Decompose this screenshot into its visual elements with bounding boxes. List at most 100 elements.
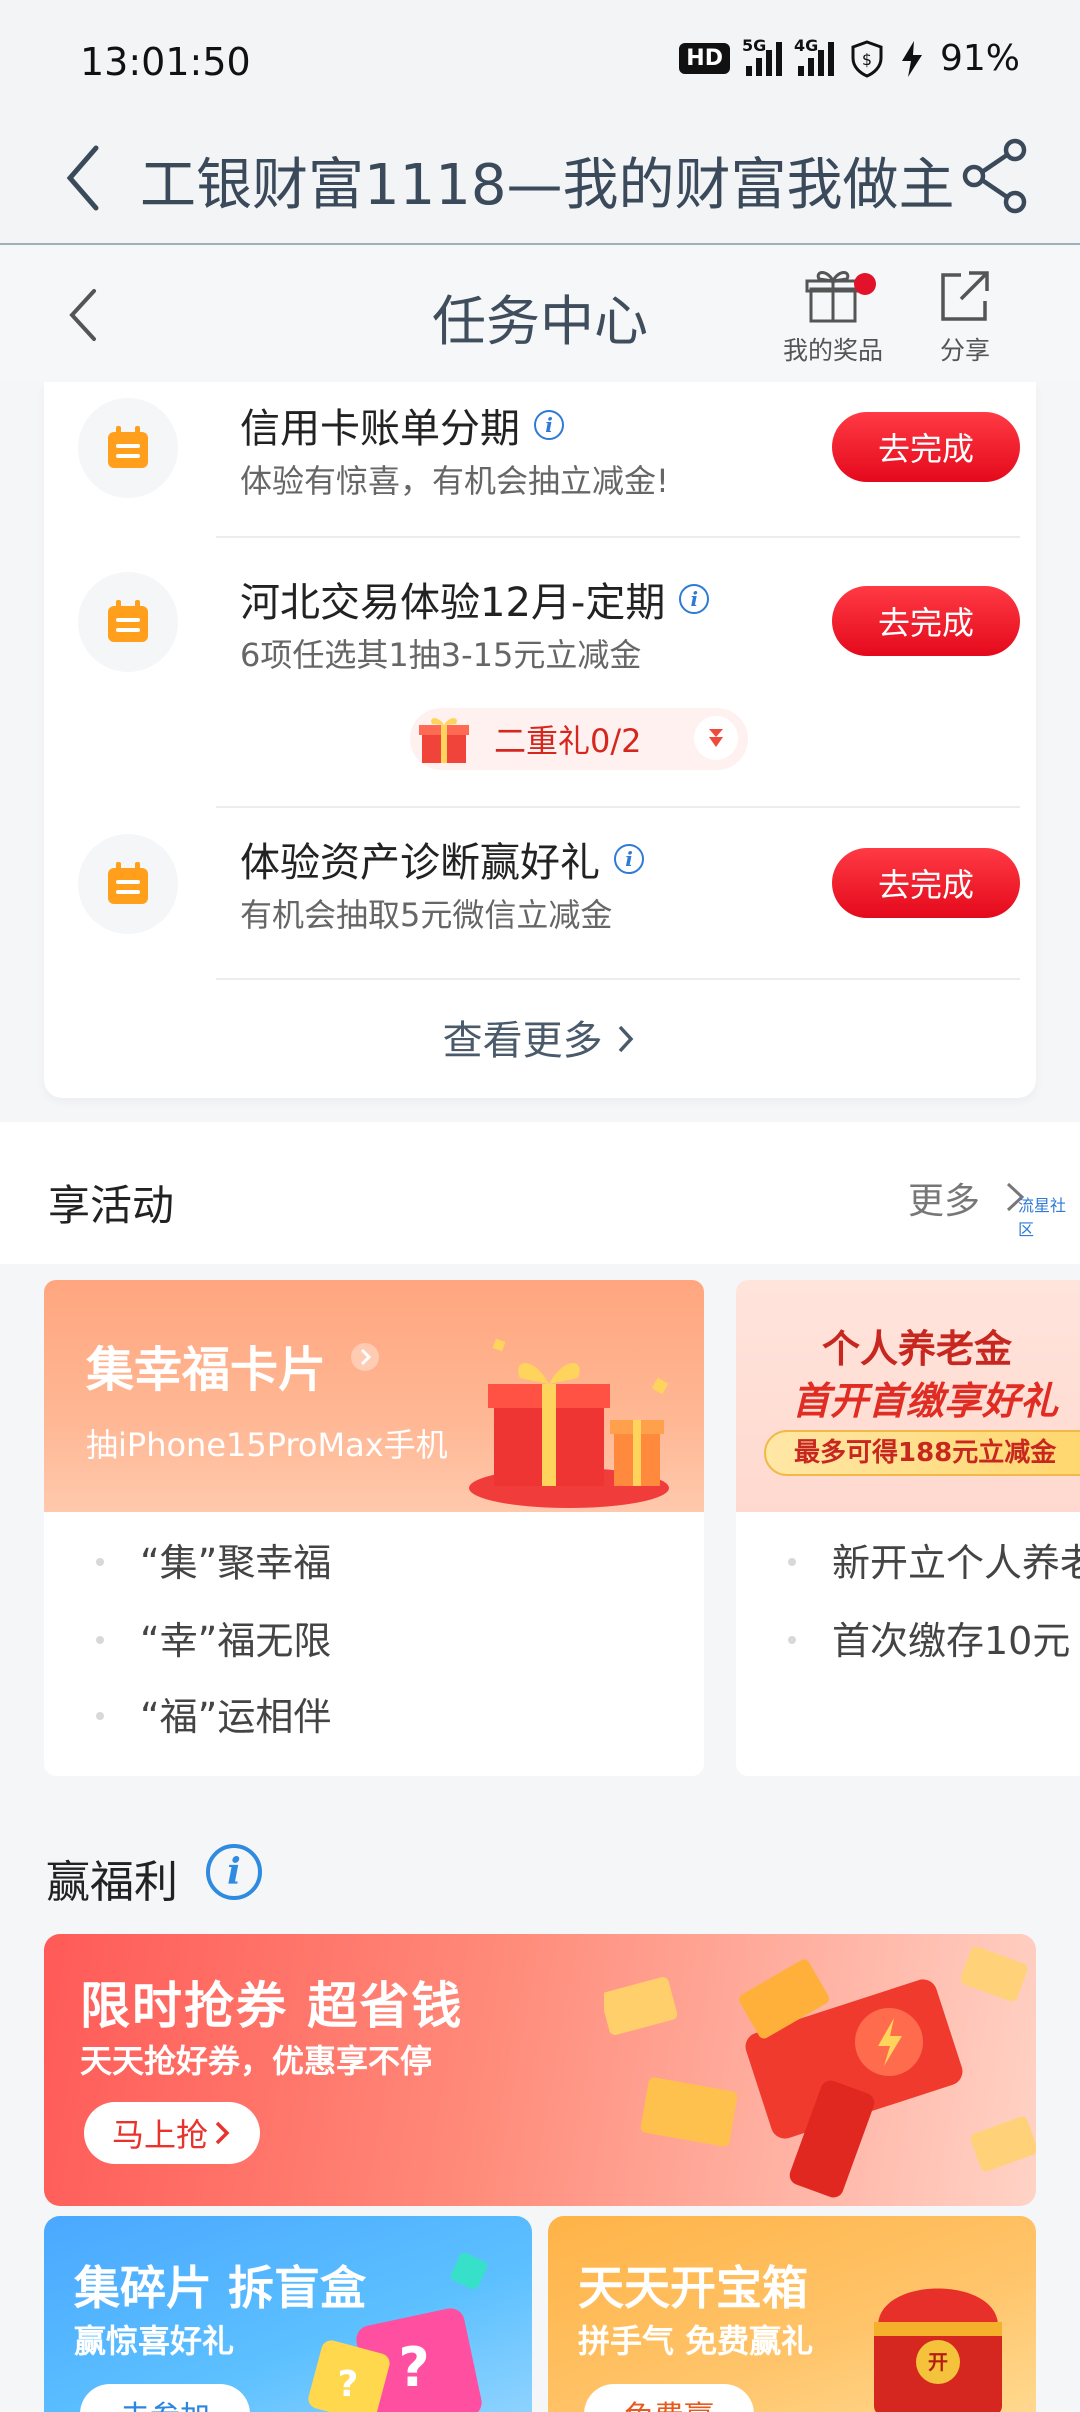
activity-item: “福”运相伴	[140, 1695, 332, 1739]
grab-now-label: 马上抢	[111, 2117, 208, 2153]
activity-banner: 集幸福卡片 抽iPhone15ProMax手机	[44, 1280, 704, 1512]
task-row: 体验资产诊断赢好礼 i 有机会抽取5元微信立减金 去完成	[44, 808, 1036, 978]
grab-now-button[interactable]: 马上抢	[84, 2102, 260, 2164]
coupon-gun-illustration	[604, 1946, 1036, 2198]
section-title: 赢福利	[46, 1857, 178, 1908]
info-icon[interactable]: i	[614, 844, 644, 874]
my-prizes-button[interactable]: 我的奖品	[778, 267, 888, 367]
status-bar: 13:01:50 HD 5G 4G $ 91%	[0, 0, 1080, 120]
card-title: 天天开宝箱	[578, 2261, 808, 2315]
chevron-right-icon	[215, 2121, 230, 2145]
treasure-chest-card[interactable]: 天天开宝箱 拼手气 免费赢礼 免费赢 开	[548, 2216, 1036, 2412]
battery-level: 91%	[939, 38, 1020, 79]
activity-card[interactable]: 个人养老金 首开首缴享好礼 最多可得188元立减金 新开立个人养老 首次缴存10…	[736, 1280, 1080, 1776]
bullet-dot	[788, 1558, 796, 1566]
gift-icon	[805, 271, 861, 323]
banner-line-2: 首开首缴享好礼	[792, 1379, 1059, 1423]
activity-card[interactable]: 集幸福卡片 抽iPhone15ProMax手机 “集”聚幸福 “幸”福无限 “福…	[44, 1280, 704, 1776]
banner-subtitle: 天天抢好券，优惠享不停	[80, 2042, 433, 2080]
banner-title: 集幸福卡片	[86, 1342, 327, 1398]
activities-header: 享活动 更多 流星社区	[0, 1122, 1080, 1264]
gift-progress-text: 二重礼0/2	[494, 722, 642, 760]
charging-bolt-icon	[901, 40, 922, 77]
info-icon[interactable]: i	[206, 1844, 262, 1900]
notification-dot	[854, 273, 876, 295]
svg-text:?: ?	[398, 2336, 429, 2399]
section-title: 享活动	[48, 1181, 175, 1230]
task-center-header: 任务中心 我的奖品 分享	[0, 247, 1080, 382]
calendar-icon	[78, 834, 178, 934]
see-more-label: 查看更多	[442, 1018, 603, 1064]
complete-task-button[interactable]: 去完成	[832, 586, 1020, 656]
bullet-dot	[96, 1636, 104, 1644]
browser-header: 工银财富1118—我的财富我做主	[0, 120, 1080, 245]
shield-dollar-icon: $	[851, 39, 883, 78]
complete-task-button[interactable]: 去完成	[832, 412, 1020, 482]
card-subtitle: 赢惊喜好礼	[74, 2322, 235, 2360]
task-list-card: 信用卡账单分期 i 体验有惊喜，有机会抽立减金! 去完成 河北交易体验12月-定…	[44, 382, 1036, 1098]
treasure-chest-illustration	[874, 2288, 1002, 2412]
banner-line-3: 最多可得188元立减金	[764, 1430, 1080, 1476]
info-icon[interactable]: i	[534, 410, 564, 440]
chest-lock-label: 开	[928, 2350, 948, 2374]
share-label: 分享	[939, 336, 990, 365]
divider	[216, 978, 1020, 980]
see-more-link[interactable]: 查看更多	[44, 1008, 1036, 1066]
red-gift-icon	[419, 718, 469, 763]
chevron-right-circle-icon	[351, 1343, 379, 1371]
status-icons: HD 5G 4G $ 91%	[679, 36, 1020, 79]
activity-banner: 个人养老金 首开首缴享好礼 最多可得188元立减金	[736, 1280, 1080, 1512]
activity-item: “幸”福无限	[140, 1619, 332, 1663]
network-5g-label: 5G	[741, 35, 767, 55]
status-time: 13:01:50	[80, 40, 251, 84]
calendar-icon	[78, 572, 178, 672]
blind-box-illustration: ? ?	[308, 2252, 488, 2412]
task-title-text: 河北交易体验12月-定期	[240, 580, 666, 626]
tiny-label: 流星社区	[1018, 1196, 1067, 1239]
task-title: 信用卡账单分期 i	[240, 396, 564, 454]
hd-voice-icon: HD	[679, 43, 730, 74]
join-label: 去参加	[120, 2392, 210, 2412]
task-description: 有机会抽取5元微信立减金	[240, 896, 613, 934]
complete-task-button[interactable]: 去完成	[832, 848, 1020, 918]
bullet-dot	[788, 1636, 796, 1644]
svg-text:?: ?	[338, 2364, 359, 2405]
gift-box-illustration	[469, 1338, 669, 1508]
banner-title: 限时抢券 超省钱	[80, 1977, 464, 2035]
share-button[interactable]: 分享	[920, 267, 1010, 367]
signal-4g-icon: 4G	[794, 36, 834, 76]
free-win-button[interactable]: 免费赢	[584, 2384, 754, 2412]
browser-page-title: 工银财富1118—我的财富我做主	[140, 153, 955, 218]
banner-line-1: 个人养老金	[822, 1327, 1013, 1371]
network-4g-label: 4G	[793, 35, 819, 55]
activity-item: “集”聚幸福	[140, 1541, 332, 1585]
chevron-right-icon	[619, 1025, 634, 1053]
task-title: 河北交易体验12月-定期 i	[240, 570, 710, 628]
svg-text:$: $	[862, 50, 872, 69]
bullet-dot	[96, 1558, 104, 1566]
activity-item: 首次缴存10元	[832, 1619, 1071, 1663]
task-description: 6项任选其1抽3-15元立减金	[240, 636, 642, 674]
more-link[interactable]: 更多	[908, 1172, 980, 1224]
info-icon[interactable]: i	[679, 584, 710, 614]
free-win-label: 免费赢	[624, 2392, 714, 2412]
task-row: 信用卡账单分期 i 体验有惊喜，有机会抽立减金! 去完成	[44, 382, 1036, 532]
card-subtitle: 拼手气 免费赢礼	[578, 2322, 814, 2360]
chevron-down-icon	[694, 716, 738, 760]
banner-subtitle: 抽iPhone15ProMax手机	[86, 1426, 448, 1464]
task-title-text: 体验资产诊断赢好礼	[240, 840, 600, 886]
back-arrow-icon[interactable]	[58, 138, 108, 218]
gift-progress-chip[interactable]: 二重礼0/2	[410, 708, 748, 770]
page-title: 任务中心	[432, 290, 648, 353]
signal-5g-icon: 5G	[742, 36, 782, 76]
calendar-icon	[78, 398, 178, 498]
activity-item: 新开立个人养老	[832, 1541, 1080, 1585]
task-description: 体验有惊喜，有机会抽立减金!	[240, 462, 669, 500]
my-prizes-label: 我的奖品	[782, 336, 883, 365]
task-title: 体验资产诊断赢好礼 i	[240, 830, 644, 888]
coupon-banner[interactable]: 限时抢券 超省钱 天天抢好券，优惠享不停 马上抢	[44, 1934, 1036, 2206]
bullet-dot	[96, 1712, 104, 1720]
share-nodes-icon[interactable]	[960, 136, 1030, 216]
blind-box-card[interactable]: 集碎片 拆盲盒 赢惊喜好礼 去参加 ? ?	[44, 2216, 532, 2412]
join-button[interactable]: 去参加	[80, 2384, 250, 2412]
